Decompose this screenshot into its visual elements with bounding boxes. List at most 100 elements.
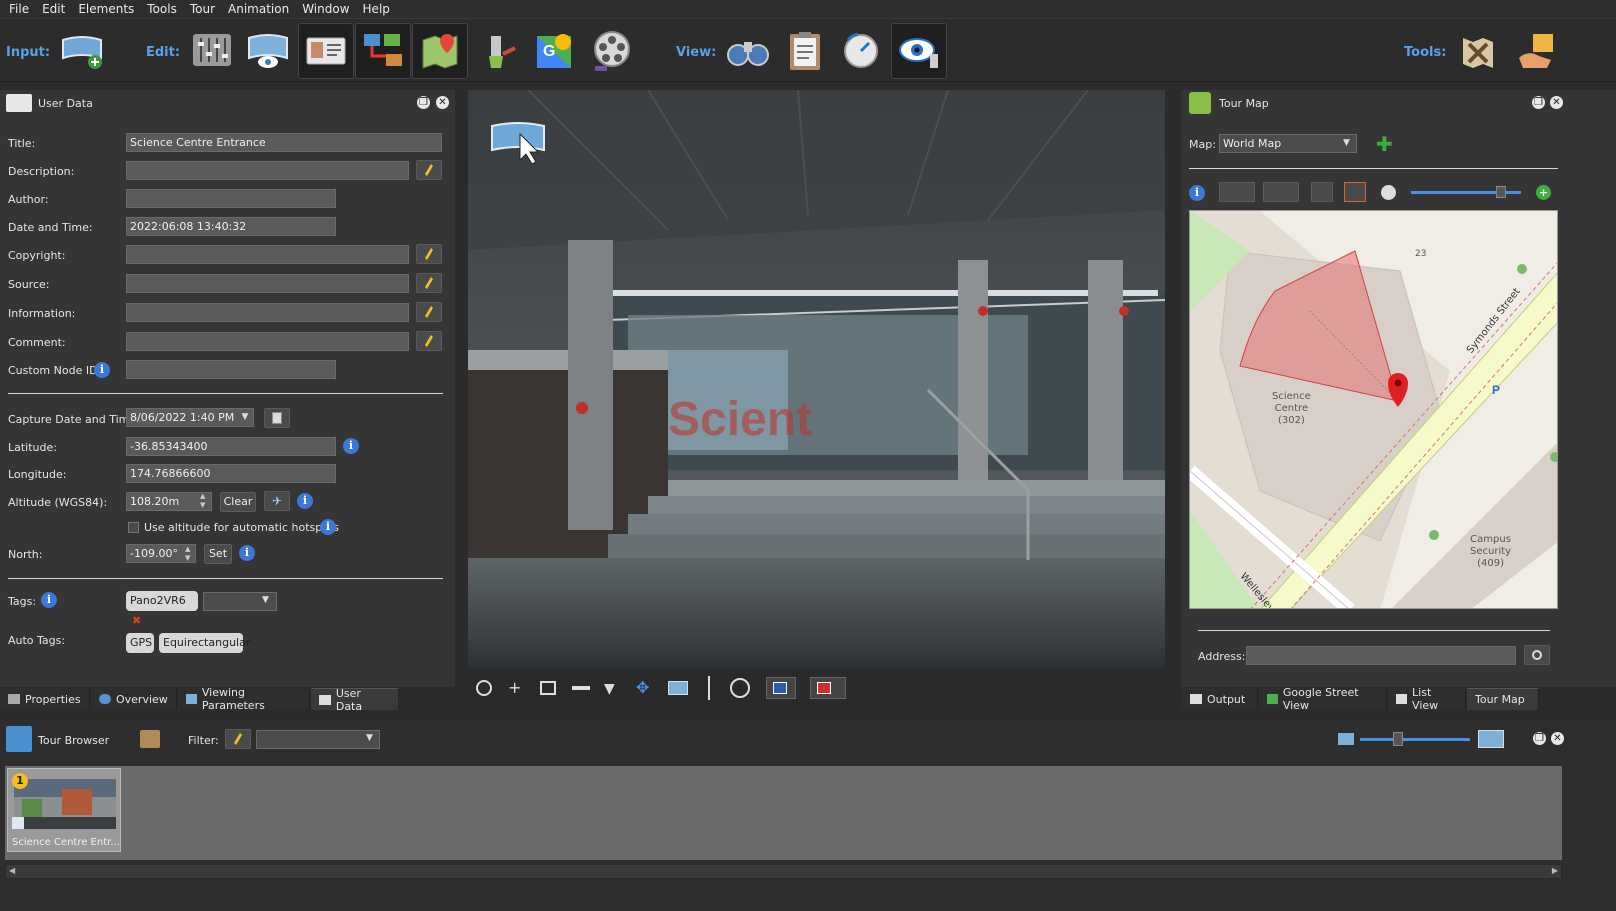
tab-viewing-parameters[interactable]: Viewing Parameters	[178, 686, 310, 712]
viewer-toggle-button[interactable]	[891, 23, 947, 79]
tab-properties[interactable]: Properties	[0, 688, 90, 710]
stepper-icon[interactable]: ▲ ▼	[200, 492, 205, 510]
info-icon[interactable]: i	[343, 438, 359, 454]
information-field[interactable]	[126, 303, 409, 322]
description-edit-button[interactable]	[416, 160, 442, 180]
fetch-altitude-button[interactable]: ✈	[264, 491, 290, 511]
tab-output[interactable]: Output	[1182, 688, 1258, 710]
menu-elements[interactable]: Elements	[73, 0, 142, 18]
sort-user-icon[interactable]	[140, 730, 160, 748]
source-edit-button[interactable]	[416, 273, 442, 293]
author-field[interactable]	[126, 189, 336, 208]
user-data-button[interactable]	[298, 23, 354, 79]
interactive-view-button[interactable]	[833, 23, 889, 79]
tab-overview[interactable]: Overview	[91, 688, 177, 710]
compass-icon[interactable]	[476, 680, 492, 696]
menu-file[interactable]: File	[4, 0, 37, 18]
link-icon[interactable]	[1219, 182, 1255, 202]
set-north-button[interactable]: Set	[204, 544, 232, 564]
close-icon[interactable]: ✕	[436, 96, 449, 109]
filter-select[interactable]	[256, 730, 380, 749]
menu-animation[interactable]: Animation	[223, 0, 297, 18]
tour-browser-button[interactable]	[355, 23, 411, 79]
map-select[interactable]: World Map	[1219, 134, 1357, 153]
info-icon[interactable]: i	[41, 592, 57, 608]
preview-button[interactable]	[720, 23, 776, 79]
source-field[interactable]	[126, 274, 409, 293]
add-input-button[interactable]	[54, 23, 110, 79]
tools-map-button[interactable]	[1450, 23, 1506, 79]
info-icon[interactable]: i	[239, 545, 255, 561]
tab-user-data[interactable]: User Data	[311, 687, 399, 713]
comment-edit-button[interactable]	[416, 331, 442, 351]
longitude-field[interactable]: 174.76866600	[126, 464, 336, 483]
info-icon[interactable]: i	[94, 362, 110, 378]
information-edit-button[interactable]	[416, 302, 442, 322]
float-icon[interactable]: ❐	[1533, 732, 1546, 745]
copyright-edit-button[interactable]	[416, 244, 442, 264]
panorama-cursor-icon[interactable]	[490, 120, 546, 167]
tools-hand-button[interactable]	[1508, 23, 1564, 79]
zoom-out-icon[interactable]	[1381, 185, 1396, 200]
menu-window[interactable]: Window	[297, 0, 357, 18]
ruler-icon[interactable]	[572, 686, 590, 690]
chevron-down-icon[interactable]: ▼	[366, 733, 373, 743]
crosshair-plus-icon[interactable]: +	[508, 678, 521, 697]
copyright-field[interactable]	[126, 245, 409, 264]
info-icon[interactable]: i	[297, 493, 313, 509]
thumbnail-slider-handle[interactable]	[1393, 732, 1403, 746]
google-street-view-button[interactable]: G	[526, 23, 582, 79]
custom-node-field[interactable]	[126, 360, 336, 379]
address-search-button[interactable]	[1524, 645, 1550, 665]
menu-help[interactable]: Help	[358, 0, 398, 18]
copy-datetime-button[interactable]	[264, 408, 290, 428]
map-view[interactable]: P 23 Symonds Street Science Centre (302)…	[1189, 210, 1558, 609]
description-field[interactable]	[126, 161, 409, 180]
close-icon[interactable]: ✕	[1551, 732, 1564, 745]
remove-tag-icon[interactable]: ✖	[132, 614, 141, 627]
blue-color-picker[interactable]	[766, 677, 796, 699]
menu-tools[interactable]: Tools	[142, 0, 185, 18]
report-button[interactable]	[777, 23, 833, 79]
float-icon[interactable]: ❐	[1532, 96, 1545, 109]
chevron-down-icon[interactable]: ▼	[1343, 138, 1350, 148]
panorama-viewer[interactable]: Scient	[468, 90, 1165, 668]
skin-editor-button[interactable]	[470, 23, 526, 79]
menu-tour[interactable]: Tour	[185, 0, 223, 18]
zoom-slider-handle[interactable]	[1496, 186, 1506, 198]
info-icon[interactable]: i	[320, 519, 336, 535]
funnel-icon[interactable]: ▼	[604, 681, 615, 697]
animation-button[interactable]	[584, 23, 640, 79]
move-arrows-icon[interactable]: ✥	[636, 678, 649, 697]
horizontal-scrollbar[interactable]: ◀ ▶	[5, 864, 1562, 879]
tab-tour-map[interactable]: Tour Map	[1467, 688, 1539, 710]
zoom-in-icon[interactable]: +	[1536, 185, 1551, 200]
capture-datetime-field[interactable]: 8/06/2022 1:40 PM	[126, 408, 254, 427]
tour-map-button[interactable]	[412, 23, 468, 79]
close-icon[interactable]: ✕	[1550, 96, 1563, 109]
use-altitude-checkbox[interactable]	[128, 522, 139, 533]
latitude-field[interactable]: -36.85343400	[126, 437, 336, 456]
fullscreen-icon[interactable]	[1344, 182, 1366, 202]
title-field[interactable]: Science Centre Entrance	[126, 133, 442, 152]
comment-field[interactable]	[126, 332, 409, 351]
tour-node[interactable]: 1 Science Centre Entr...	[7, 768, 121, 852]
info-icon[interactable]: i	[1189, 185, 1205, 201]
float-icon[interactable]: ❐	[417, 96, 430, 109]
scroll-right-icon[interactable]: ▶	[1552, 866, 1558, 875]
target-icon[interactable]	[730, 678, 750, 698]
chevron-down-icon[interactable]: ▼	[236, 409, 254, 426]
chevron-down-icon[interactable]: ▼	[262, 595, 269, 605]
menu-edit[interactable]: Edit	[37, 0, 73, 18]
star-icon[interactable]	[1263, 182, 1299, 202]
add-map-icon[interactable]: ✚	[1376, 132, 1393, 156]
red-color-picker[interactable]	[810, 677, 846, 699]
scroll-left-icon[interactable]: ◀	[9, 866, 15, 875]
panorama-icon[interactable]	[668, 681, 688, 695]
filter-edit-button[interactable]	[225, 729, 251, 749]
image-adjust-button[interactable]	[184, 23, 240, 79]
thumbnail-size-slider[interactable]	[1360, 738, 1470, 741]
marker-icon[interactable]	[1311, 182, 1333, 202]
tab-google-street-view[interactable]: Google Street View	[1259, 686, 1387, 712]
address-input[interactable]	[1246, 646, 1516, 665]
